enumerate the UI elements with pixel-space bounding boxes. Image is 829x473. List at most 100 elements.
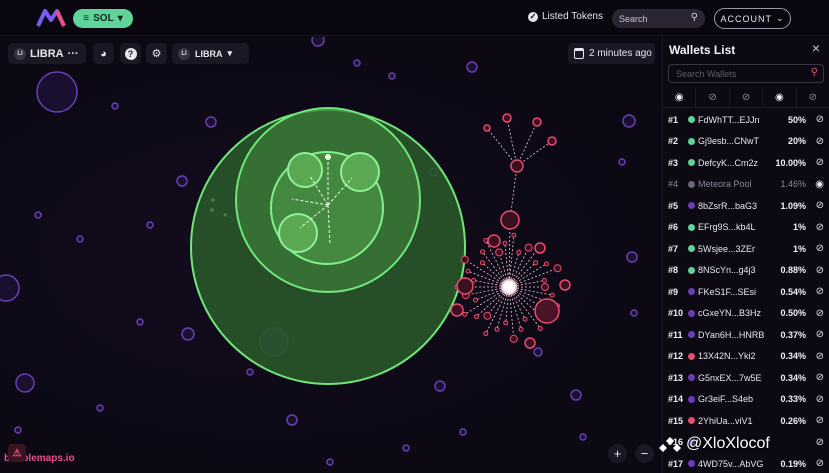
wallet-bubble[interactable]	[325, 154, 331, 160]
timeline-button[interactable]: 2 minutes ago	[568, 43, 655, 64]
wallet-bubble[interactable]	[483, 124, 491, 132]
wallet-bubble[interactable]	[534, 242, 546, 254]
eye-off-icon[interactable]: ⊘	[816, 243, 824, 254]
wallet-row[interactable]: #14 Gr3eiF...S4eb 0.33% ⊘	[663, 389, 829, 411]
wallet-bubble[interactable]	[0, 274, 20, 302]
wallet-bubble[interactable]	[15, 373, 35, 393]
wallet-bubble[interactable]	[549, 292, 555, 298]
wallet-bubble[interactable]	[510, 159, 524, 173]
listed-tokens-link[interactable]: ✓ Listed Tokens	[528, 11, 603, 22]
magic-nodes-button[interactable]: ◕	[93, 43, 114, 64]
wallet-row[interactable]: #17 4WD75v...AbVG 0.19% ⊘	[663, 453, 829, 473]
wallet-bubble[interactable]	[533, 347, 543, 357]
wallet-row[interactable]: #6 EFrg9S...kb4L 1% ⊘	[663, 217, 829, 239]
wallet-bubble[interactable]	[465, 268, 471, 274]
eye-off-icon[interactable]: ⊘	[816, 157, 824, 168]
zoom-in-button[interactable]: +	[608, 444, 627, 463]
pink-cluster[interactable]	[450, 113, 571, 349]
filter-hidden-icon[interactable]: ⊘	[797, 88, 829, 107]
wallet-bubble[interactable]	[483, 311, 492, 320]
wallet-bubble[interactable]	[402, 444, 410, 452]
eye-off-icon[interactable]: ⊘	[816, 372, 824, 383]
wallet-row[interactable]: #3 DefcyK...Cm2z 10.00% ⊘	[663, 152, 829, 174]
eye-off-icon[interactable]: ⊘	[816, 222, 824, 233]
wallet-bubble[interactable]	[459, 428, 467, 436]
eye-off-icon[interactable]: ⊘	[816, 200, 824, 211]
wallet-bubble[interactable]	[522, 316, 528, 322]
wallet-bubble[interactable]	[559, 279, 571, 291]
eye-off-icon[interactable]: ⊘	[816, 458, 824, 469]
filter-hidden-contracts-icon[interactable]: ⊘	[696, 88, 730, 107]
wallet-row[interactable]: #1 FdWhTT...EJJn 50% ⊘	[663, 109, 829, 131]
wallet-bubble[interactable]	[579, 433, 587, 441]
account-button[interactable]: ACCOUNT ⌄	[714, 8, 791, 29]
wallet-row[interactable]: #7 5Wsjee...3ZEr 1% ⊘	[663, 238, 829, 260]
wallet-bubble[interactable]	[524, 337, 536, 349]
wallet-bubble[interactable]	[495, 248, 504, 257]
filter-eye-icon[interactable]: ◉	[663, 88, 697, 107]
wallet-row[interactable]: #4 Meteora Pool 1.46% ◉	[663, 174, 829, 196]
wallet-bubble[interactable]	[96, 404, 104, 412]
bubble-map-canvas[interactable]	[0, 37, 662, 473]
wallet-bubble[interactable]	[630, 309, 638, 317]
wallet-bubble[interactable]	[311, 37, 325, 47]
wallet-bubble[interactable]	[534, 298, 560, 324]
wallet-bubble[interactable]	[483, 237, 489, 243]
wallet-bubble[interactable]	[479, 249, 485, 255]
wallet-bubble[interactable]	[501, 279, 517, 295]
wallet-bubble[interactable]	[246, 368, 254, 376]
wallet-bubble[interactable]	[388, 72, 396, 80]
wallet-bubble[interactable]	[532, 117, 542, 127]
wallet-row[interactable]: #8 8NScYn...g4j3 0.88% ⊘	[663, 260, 829, 282]
wallet-row[interactable]: #9 FKeS1F...SEsi 0.54% ⊘	[663, 281, 829, 303]
eye-off-icon[interactable]: ⊘	[816, 308, 824, 319]
chain-selector-button[interactable]: ≡ SOL ▾	[73, 9, 133, 28]
wallet-bubble[interactable]	[14, 426, 22, 434]
wallet-bubble[interactable]	[537, 325, 543, 331]
wallet-bubble[interactable]	[34, 211, 42, 219]
wallet-bubble[interactable]	[460, 255, 469, 264]
search-input[interactable]: Search ⚲	[612, 9, 705, 28]
wallet-bubble[interactable]	[483, 331, 489, 337]
wallet-bubble[interactable]	[466, 61, 478, 73]
wallet-bubble[interactable]	[502, 113, 512, 123]
wallet-bubble[interactable]	[36, 71, 78, 113]
eye-off-icon[interactable]: ⊘	[816, 351, 824, 362]
wallet-row[interactable]: #11 DYan6H...HNRB 0.37% ⊘	[663, 324, 829, 346]
wallet-bubble[interactable]	[553, 264, 562, 273]
wallet-bubble[interactable]	[618, 158, 626, 166]
green-cluster[interactable]	[190, 107, 466, 385]
wallet-bubble[interactable]	[473, 314, 479, 320]
eye-off-icon[interactable]: ⊘	[816, 286, 824, 297]
eye-off-icon[interactable]: ⊘	[816, 415, 824, 426]
wallet-bubble[interactable]	[500, 210, 520, 230]
bubblemaps-logo[interactable]	[36, 8, 66, 28]
wallet-bubble[interactable]	[181, 327, 195, 341]
wallet-bubble[interactable]	[518, 326, 524, 332]
wallet-row[interactable]: #5 8bZsrR...baG3 1.09% ⊘	[663, 195, 829, 217]
eye-icon[interactable]: ◉	[815, 179, 824, 190]
wallet-bubble[interactable]	[326, 458, 334, 466]
wallet-bubble[interactable]	[543, 261, 549, 267]
wallet-row[interactable]: #12 13X42N...Yki2 0.34% ⊘	[663, 346, 829, 368]
wallet-bubble[interactable]	[502, 240, 508, 246]
settings-button[interactable]: ⚙	[146, 43, 167, 64]
close-icon[interactable]: ×	[812, 40, 820, 56]
wallet-bubble-6[interactable]	[287, 152, 323, 188]
wallet-bubble[interactable]	[533, 260, 539, 266]
wallet-bubble[interactable]	[509, 334, 518, 343]
wallet-bubble[interactable]	[622, 114, 636, 128]
wallet-bubble[interactable]	[487, 234, 501, 248]
wallet-search-input[interactable]: Search Wallets ⚲	[668, 64, 824, 83]
help-button[interactable]: ?	[120, 43, 141, 64]
filter-hidden-exchanges-icon[interactable]: ⊘	[730, 88, 764, 107]
bubble-map[interactable]	[0, 37, 662, 473]
wallet-bubble[interactable]	[353, 59, 361, 67]
token-selector[interactable]: LI LIBRA ▾	[172, 43, 249, 64]
eye-off-icon[interactable]: ⊘	[816, 394, 824, 405]
wallet-row[interactable]: #13 G5nxEX...7w5E 0.34% ⊘	[663, 367, 829, 389]
wallet-bubble[interactable]	[511, 232, 517, 238]
wallet-bubble[interactable]	[541, 283, 549, 291]
wallet-bubble[interactable]	[541, 277, 547, 283]
wallet-bubble[interactable]	[570, 389, 582, 401]
